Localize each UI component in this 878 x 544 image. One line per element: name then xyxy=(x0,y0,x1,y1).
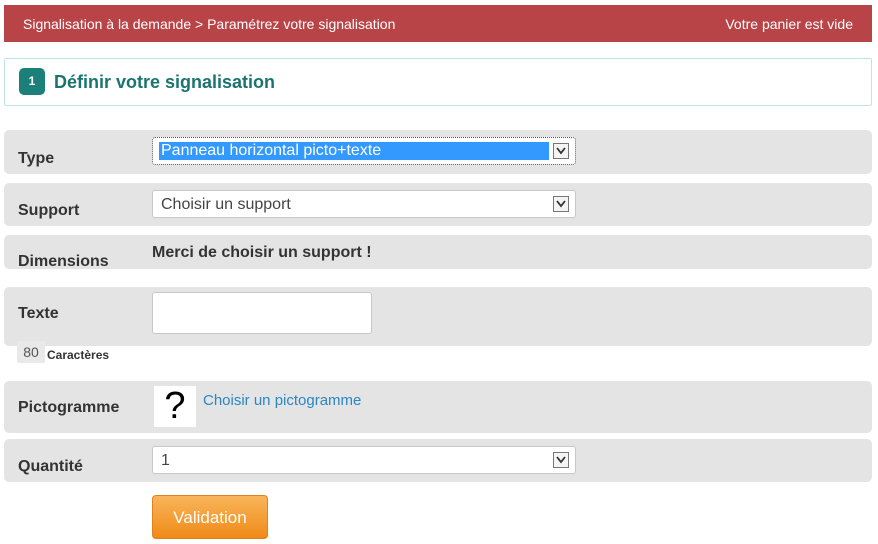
texte-row: Texte xyxy=(4,287,872,346)
pictogramme-row: Pictogramme ? Choisir un pictogramme xyxy=(4,381,872,433)
char-counter-label: Caractères xyxy=(47,348,110,362)
breadcrumb[interactable]: Signalisation à la demande > Paramétrez … xyxy=(23,16,395,32)
quantite-row: Quantité 1 xyxy=(4,439,872,482)
type-select-value: Panneau horizontal picto+texte xyxy=(159,142,549,160)
quantite-select[interactable]: 1 xyxy=(152,446,576,474)
texte-label: Texte xyxy=(18,305,59,322)
top-bar: Signalisation à la demande > Paramétrez … xyxy=(4,5,872,42)
type-row: Type Panneau horizontal picto+texte xyxy=(4,130,872,174)
support-select[interactable]: Choisir un support xyxy=(152,190,576,218)
support-row: Support Choisir un support xyxy=(4,183,872,226)
dimensions-message: Merci de choisir un support ! xyxy=(152,244,372,261)
quantite-label: Quantité xyxy=(18,458,83,475)
type-label: Type xyxy=(18,150,55,167)
step-title: Définir votre signalisation xyxy=(54,72,276,92)
pictogramme-label: Pictogramme xyxy=(18,399,120,416)
chevron-down-icon[interactable] xyxy=(553,196,569,212)
question-mark-icon[interactable]: ? xyxy=(154,386,196,427)
step-header: 1 Définir votre signalisation xyxy=(4,58,872,106)
choose-pictogram-link[interactable]: Choisir un pictogramme xyxy=(203,392,361,409)
cart-status[interactable]: Votre panier est vide xyxy=(725,16,853,32)
support-select-value: Choisir un support xyxy=(161,196,291,213)
type-select[interactable]: Panneau horizontal picto+texte xyxy=(152,137,576,165)
validation-button[interactable]: Validation xyxy=(152,495,268,539)
dimensions-label: Dimensions xyxy=(18,253,109,270)
texte-input[interactable] xyxy=(152,292,372,334)
quantite-select-value: 1 xyxy=(161,452,170,469)
step-number-badge: 1 xyxy=(19,68,45,95)
char-counter: 80 xyxy=(17,341,45,363)
dimensions-row: Dimensions Merci de choisir un support ! xyxy=(4,235,872,270)
support-label: Support xyxy=(18,202,80,219)
chevron-down-icon[interactable] xyxy=(553,143,569,159)
chevron-down-icon[interactable] xyxy=(553,452,569,468)
